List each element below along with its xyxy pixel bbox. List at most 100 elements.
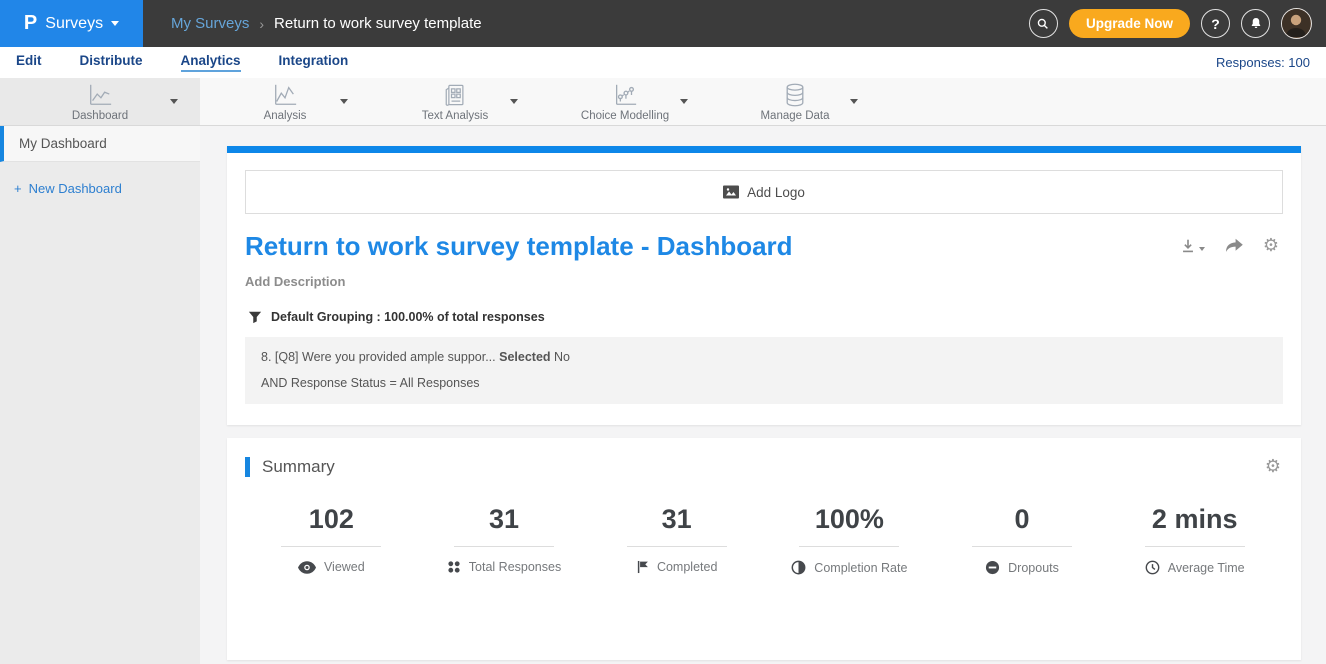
scatter-chart-icon <box>610 82 640 108</box>
app-root: P Surveys My Surveys › Return to work su… <box>0 0 1326 664</box>
toolbar-item-dashboard[interactable]: Dashboard <box>0 78 200 125</box>
share-icon <box>1224 238 1244 254</box>
download-button[interactable] <box>1179 237 1205 255</box>
brand-icon: P <box>24 12 37 35</box>
divider <box>972 546 1072 547</box>
divider <box>627 546 727 547</box>
tab-analytics[interactable]: Analytics <box>181 53 241 72</box>
database-icon <box>781 82 809 108</box>
filter-criteria-line: AND Response Status = All Responses <box>261 376 1267 391</box>
dots-grid-icon <box>447 560 461 574</box>
top-header: P Surveys My Surveys › Return to work su… <box>0 0 1326 47</box>
notifications-button[interactable] <box>1241 9 1270 38</box>
default-grouping-row[interactable]: Default Grouping : 100.00% of total resp… <box>245 310 1283 324</box>
summary-title: Summary <box>245 457 335 477</box>
chevron-down-icon <box>340 99 348 104</box>
toolbar-item-label: Manage Data <box>760 110 829 122</box>
toolbar-item-manage-data[interactable]: Manage Data <box>710 78 880 125</box>
breadcrumb-parent[interactable]: My Surveys <box>171 15 249 32</box>
toolbar-item-analysis[interactable]: Analysis <box>200 78 370 125</box>
app-logo[interactable]: P Surveys <box>0 0 143 47</box>
header-actions: Upgrade Now ? <box>1029 8 1326 39</box>
dashboard-actions: ⚙ <box>1179 231 1283 255</box>
sidebar-item-label: My Dashboard <box>19 136 107 151</box>
stat-label: Completion Rate <box>814 561 907 575</box>
plus-icon: + <box>14 181 22 196</box>
stat-average-time: 2 mins Average Time <box>1108 504 1281 575</box>
image-icon <box>723 185 739 199</box>
bell-icon <box>1249 16 1263 31</box>
toolbar-item-choice-modelling[interactable]: Choice Modelling <box>540 78 710 125</box>
stat-total-responses: 31 Total Responses <box>418 504 591 575</box>
section-tabs: Edit Distribute Analytics Integration Re… <box>0 47 1326 78</box>
stat-value: 102 <box>245 504 418 535</box>
summary-stats: 102 Viewed 31 <box>245 504 1281 575</box>
dashboard-sidebar: My Dashboard + New Dashboard <box>0 126 200 664</box>
avatar[interactable] <box>1281 8 1312 39</box>
stat-label: Dropouts <box>1008 561 1059 575</box>
minus-circle-icon <box>985 560 1000 575</box>
question-mark-icon: ? <box>1211 16 1220 32</box>
filter-criteria-box: 8. [Q8] Were you provided ample suppor..… <box>245 337 1283 404</box>
add-description-field[interactable]: Add Description <box>245 274 1283 289</box>
stat-label: Average Time <box>1168 561 1245 575</box>
new-dashboard-button[interactable]: + New Dashboard <box>14 181 200 196</box>
filter-criteria-line: 8. [Q8] Were you provided ample suppor..… <box>261 350 1267 365</box>
upgrade-now-button[interactable]: Upgrade Now <box>1069 9 1190 38</box>
search-button[interactable] <box>1029 9 1058 38</box>
toolbar-item-label: Analysis <box>264 110 307 122</box>
stat-value: 100% <box>763 504 936 535</box>
search-icon <box>1036 17 1050 31</box>
text-analysis-icon <box>441 82 469 108</box>
chevron-down-icon <box>850 99 858 104</box>
breadcrumb-current: Return to work survey template <box>274 15 482 32</box>
dashboard-header-card: Add Logo Return to work survey template … <box>227 146 1301 425</box>
default-grouping-label: Default Grouping : 100.00% of total resp… <box>271 310 545 324</box>
stat-dropouts: 0 Dropouts <box>936 504 1109 575</box>
stat-value: 0 <box>936 504 1109 535</box>
half-circle-icon <box>791 560 806 575</box>
stat-completion-rate: 100% Completion Rate <box>763 504 936 575</box>
tab-integration[interactable]: Integration <box>279 53 349 72</box>
new-dashboard-label: New Dashboard <box>29 181 122 196</box>
analytics-toolbar: Dashboard Analysis Text Analysis <box>0 78 1326 126</box>
summary-card: Summary ⚙ 102 <box>227 438 1301 660</box>
stat-label: Total Responses <box>469 560 561 574</box>
filter-funnel-icon <box>248 310 262 324</box>
divider <box>454 546 554 547</box>
chevron-down-icon <box>170 99 178 104</box>
gear-icon: ⚙ <box>1263 237 1279 255</box>
divider <box>281 546 381 547</box>
breadcrumb-separator: › <box>259 16 264 32</box>
share-button[interactable] <box>1224 238 1244 254</box>
summary-settings-button[interactable]: ⚙ <box>1265 458 1281 476</box>
page-title: Return to work survey template - Dashboa… <box>245 231 793 262</box>
toolbar-item-text-analysis[interactable]: Text Analysis <box>370 78 540 125</box>
stat-viewed: 102 Viewed <box>245 504 418 575</box>
add-logo-label: Add Logo <box>747 185 805 200</box>
line-chart-icon <box>85 82 115 108</box>
responses-count: Responses: 100 <box>1216 55 1310 70</box>
toolbar-item-label: Dashboard <box>72 110 128 122</box>
breadcrumb: My Surveys › Return to work survey templ… <box>143 15 1029 32</box>
gear-icon: ⚙ <box>1265 458 1281 476</box>
stat-label: Completed <box>657 560 717 574</box>
toolbar-item-label: Text Analysis <box>422 110 488 122</box>
help-button[interactable]: ? <box>1201 9 1230 38</box>
flag-icon <box>636 560 649 574</box>
app-name: Surveys <box>45 15 103 33</box>
stat-label: Viewed <box>324 560 365 574</box>
tab-edit[interactable]: Edit <box>16 53 42 72</box>
settings-button[interactable]: ⚙ <box>1263 237 1279 255</box>
tab-distribute[interactable]: Distribute <box>80 53 143 72</box>
divider <box>1145 546 1245 547</box>
chevron-down-icon <box>111 21 119 26</box>
chevron-down-icon <box>1199 247 1205 251</box>
toolbar-item-label: Choice Modelling <box>581 110 669 122</box>
divider <box>799 546 899 547</box>
add-logo-button[interactable]: Add Logo <box>245 170 1283 214</box>
sidebar-item-my-dashboard[interactable]: My Dashboard <box>0 126 200 162</box>
stat-value: 31 <box>418 504 591 535</box>
analysis-chart-icon <box>270 82 300 108</box>
clock-icon <box>1145 560 1160 575</box>
